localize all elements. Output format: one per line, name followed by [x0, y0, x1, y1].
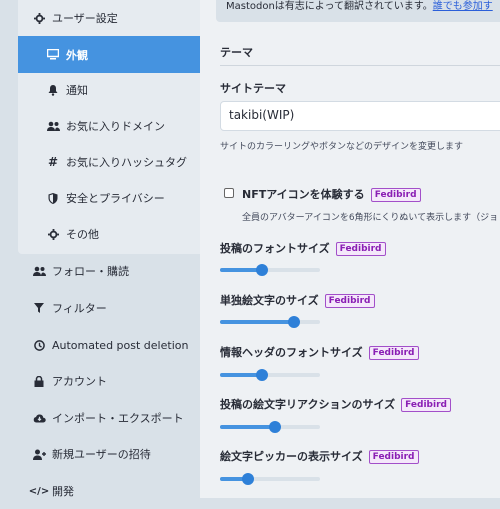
users-icon: [32, 264, 46, 278]
slider-label: 情報ヘッダのフォントサイズ: [220, 346, 363, 359]
slider-thumb[interactable]: [288, 316, 300, 328]
emoji-picker-size-slider[interactable]: [220, 473, 320, 485]
users-icon: [46, 119, 60, 133]
nft-icon-checkbox[interactable]: [224, 188, 234, 198]
settings-sidebar: ユーザー設定 外観 通知 お気に入りドメイン # お気に入りハッシュタグ 安全と…: [0, 0, 200, 498]
sidebar-item-label: 開発: [52, 485, 74, 498]
sidebar-item-favourite-domains[interactable]: お気に入りドメイン: [0, 108, 200, 144]
sidebar-item-import-export[interactable]: インポート・エクスポート: [0, 400, 200, 436]
user-plus-icon: [32, 447, 46, 461]
sidebar-item-label: 新規ユーザーの招待: [52, 448, 151, 461]
sidebar-item-notifications[interactable]: 通知: [0, 72, 200, 108]
notice-text: Mastodonは有志によって翻訳されています。: [226, 1, 433, 12]
nft-hint: 全員のアバターアイコンを6角形にくりぬいて表示します（ジョ: [242, 213, 499, 223]
emoji-reaction-size-slider[interactable]: [220, 421, 320, 433]
sidebar-item-filters[interactable]: フィルター: [0, 290, 200, 326]
slider-label-row: 投稿のフォントサイズ Fedibird: [220, 240, 386, 256]
settings-main: Mastodonは有志によって翻訳されています。誰でも参加す テーマ サイトテー…: [200, 0, 500, 498]
slider-label: 単独絵文字のサイズ: [220, 294, 319, 307]
sidebar-item-automated-deletion[interactable]: Automated post deletion: [0, 327, 200, 363]
slider-label: 絵文字ピッカーの表示サイズ: [220, 450, 363, 463]
fedibird-badge: Fedibird: [324, 294, 375, 308]
shield-icon: [46, 191, 60, 205]
history-icon: [32, 338, 46, 352]
filter-icon: [32, 301, 46, 315]
code-icon: </>: [28, 485, 50, 497]
site-theme-hint: サイトのカラーリングやボタンなどのデザインを変更します: [220, 142, 464, 152]
notice-link[interactable]: 誰でも参加す: [433, 1, 493, 12]
slider-thumb[interactable]: [269, 421, 281, 433]
hashtag-icon: #: [47, 155, 59, 169]
slider-label: 投稿の絵文字リアクションのサイズ: [220, 398, 396, 411]
site-theme-value: takibi(WIP): [229, 108, 295, 122]
sidebar-item-appearance[interactable]: 外観: [18, 36, 200, 73]
sidebar-item-user-settings[interactable]: ユーザー設定: [0, 0, 200, 36]
gear-icon: [32, 11, 46, 25]
sidebar-item-privacy[interactable]: 安全とプライバシー: [0, 180, 200, 216]
fedibird-badge: Fedibird: [401, 398, 451, 412]
info-header-font-size-slider[interactable]: [220, 369, 320, 381]
section-divider: [220, 65, 500, 66]
translation-notice: Mastodonは有志によって翻訳されています。誰でも参加す: [216, 0, 500, 22]
slider-label-row: 情報ヘッダのフォントサイズ Fedibird: [220, 344, 419, 360]
site-theme-select[interactable]: takibi(WIP): [220, 101, 500, 131]
slider-thumb[interactable]: [242, 473, 254, 485]
slider-label-row: 絵文字ピッカーの表示サイズ Fedibird: [220, 448, 419, 464]
site-theme-label: サイトテーマ: [220, 82, 286, 95]
slider-fill: [220, 425, 275, 429]
sidebar-item-label: 通知: [66, 84, 88, 97]
slider-fill: [220, 320, 294, 324]
slider-thumb[interactable]: [256, 369, 268, 381]
slider-label-row: 単独絵文字のサイズ Fedibird: [220, 292, 375, 308]
sidebar-item-label: フォロー・購読: [52, 265, 129, 278]
fedibird-badge: Fedibird: [368, 346, 419, 360]
sidebar-item-label: お気に入りドメイン: [66, 120, 165, 133]
sidebar-item-label: アカウント: [52, 375, 107, 388]
desktop-icon: [46, 48, 60, 62]
slider-label-row: 投稿の絵文字リアクションのサイズ Fedibird: [220, 396, 451, 412]
slider-thumb[interactable]: [256, 264, 268, 276]
sidebar-item-label: 安全とプライバシー: [66, 192, 165, 205]
nft-label-row[interactable]: NFTアイコンを体験する Fedibird: [242, 186, 421, 202]
fedibird-badge: Fedibird: [335, 242, 386, 256]
bell-icon: [46, 83, 60, 97]
fedibird-badge: Fedibird: [368, 450, 419, 464]
lock-icon: [32, 374, 46, 388]
sidebar-item-label: その他: [66, 228, 99, 241]
sidebar-item-favourite-hashtags[interactable]: # お気に入りハッシュタグ: [0, 144, 200, 180]
sidebar-item-other[interactable]: その他: [0, 216, 200, 252]
sidebar-item-label: インポート・エクスポート: [52, 412, 184, 425]
sidebar-item-account[interactable]: アカウント: [0, 363, 200, 399]
section-title: テーマ: [220, 46, 253, 59]
sidebar-item-invites[interactable]: 新規ユーザーの招待: [0, 436, 200, 472]
sidebar-item-development[interactable]: </> 開発: [0, 473, 200, 509]
sidebar-item-label: お気に入りハッシュタグ: [66, 156, 187, 169]
sidebar-item-label: ユーザー設定: [52, 12, 118, 25]
cloud-download-icon: [32, 411, 46, 425]
sidebar-item-label: フィルター: [52, 302, 107, 315]
single-emoji-size-slider[interactable]: [220, 316, 320, 328]
slider-label: 投稿のフォントサイズ: [220, 242, 330, 255]
nft-label: NFTアイコンを体験する: [242, 188, 365, 201]
fedibird-badge: Fedibird: [370, 188, 421, 202]
sidebar-item-label: Automated post deletion: [52, 338, 189, 352]
post-font-size-slider[interactable]: [220, 264, 320, 276]
gear-icon: [46, 227, 60, 241]
sidebar-item-label: 外観: [66, 48, 88, 62]
sidebar-item-follows[interactable]: フォロー・購読: [0, 253, 200, 289]
